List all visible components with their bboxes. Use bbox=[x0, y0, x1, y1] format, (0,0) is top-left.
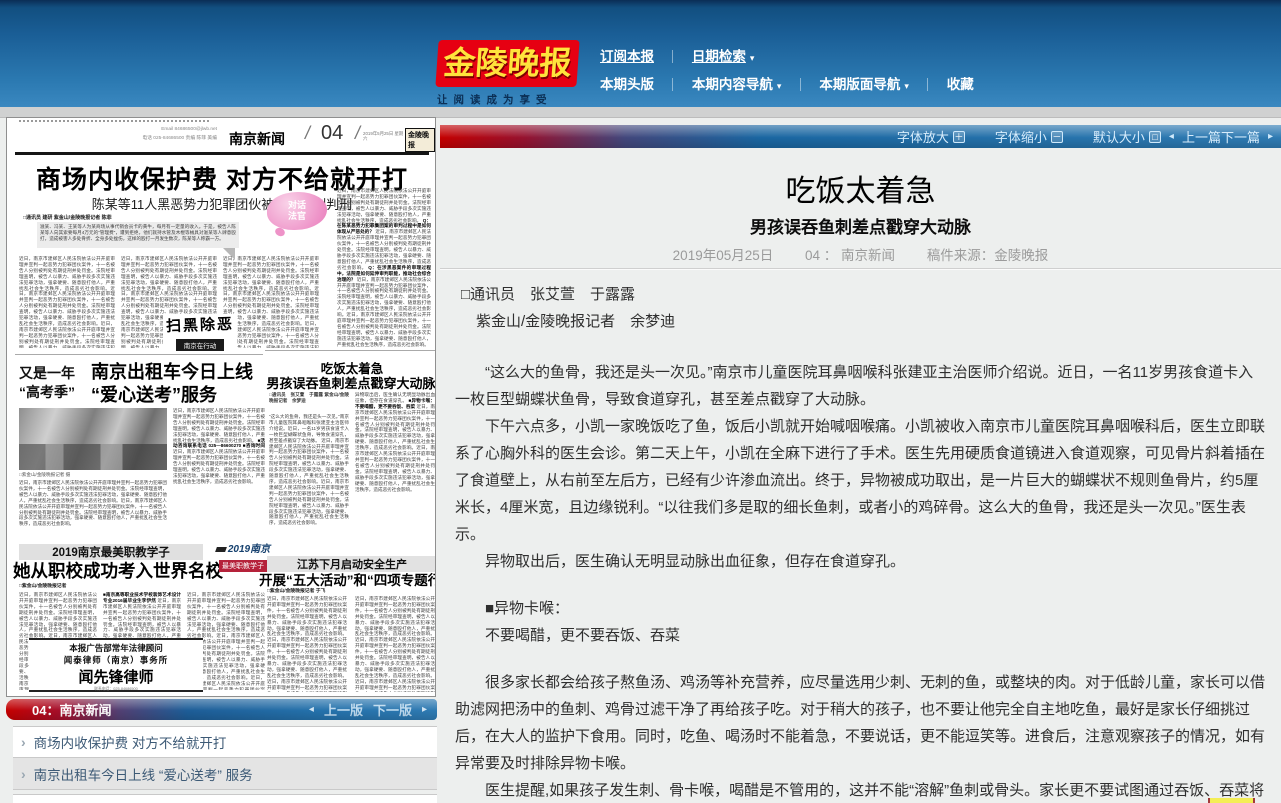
masthead-contact: Email 84686500@jlwb.net bbox=[65, 127, 217, 132]
prev-next-article-button[interactable]: 上一篇下一篇 bbox=[1182, 127, 1260, 146]
article-paragraph: 很多家长都会给孩子熬鱼汤、鸡汤等补充营养，应尽量选用少刺、无刺的鱼，或整块的肉。… bbox=[455, 669, 1267, 777]
prev-page-arrow-icon: ◂ bbox=[309, 704, 314, 715]
nav-separator bbox=[672, 50, 673, 63]
article-paragraph: 下午六点多，小凯一家晚饭吃了鱼，饭后小凯就开始喊咽喉痛。小凯被收入南京市儿童医院… bbox=[455, 413, 1267, 548]
mini-article5-headline[interactable]: 开展“五大活动”和“四项专题行” bbox=[259, 569, 436, 589]
article-paragraph: 异物取出后，医生确认无明显动脉出血征象，但存在食道穿孔。 bbox=[455, 548, 1267, 575]
mini-text-column: 近日，南京市建邺区人民法院依法公开开庭审理并宣判一起恶势力犯罪团伙案件，十一名被… bbox=[19, 480, 167, 538]
mini-article2-headline[interactable]: 南京出租车今日上线 “爱心送考”服务 bbox=[91, 361, 267, 407]
site-logo[interactable]: 金陵晚报 bbox=[435, 40, 579, 87]
mini-article4-byline: □通讯员 张艾萱 于露露 紫金山/金陵晚报记者 余梦迪 bbox=[269, 392, 349, 410]
nav-layout-index[interactable]: 本期版面导航▾ bbox=[819, 77, 909, 92]
mini-article1-lead-box: 滋某、冯某、王某等人为某商场从事代销会员卡的黄牛，每月有一定量的收入。于是，被告… bbox=[37, 222, 239, 248]
mini-text-column: 近日，南京市建邺区人民法院依法公开开庭审理并宣判一起恶势力犯罪团伙案件，十一名被… bbox=[173, 408, 265, 540]
masthead-section-name: 南京新闻 bbox=[229, 129, 285, 149]
dialog-judge-bubble: 对话 法官 bbox=[267, 192, 327, 230]
nav-row-1: 订阅本报 日期检索▾ bbox=[600, 45, 754, 66]
chevron-down-icon: ▾ bbox=[777, 81, 782, 91]
font-zoom-out-button[interactable]: 字体缩小 － bbox=[995, 127, 1063, 146]
nav-row-2: 本期头版 本期内容导航▾ 本期版面导航▾ 收藏 bbox=[600, 73, 974, 94]
article-byline: □通讯员 张艾萱 于露露 bbox=[455, 281, 1267, 308]
next-page-arrow-icon: ▸ bbox=[422, 704, 427, 715]
anti-crime-badge: 扫黑除恶 南京在行动 bbox=[163, 314, 237, 350]
page-crop-marks bbox=[19, 120, 209, 122]
article-toolbar: 字体放大 ＋ 字体缩小 － 默认大小 □ ◂ 上一篇下一篇 ▸ bbox=[440, 125, 1281, 148]
column-divider bbox=[15, 354, 263, 355]
photo-caption: □紫金山/金陵晚报记者 摄 bbox=[19, 472, 167, 478]
masthead-date: 2019年5月25日 星期六 bbox=[363, 131, 407, 142]
title-divider bbox=[440, 268, 1281, 270]
masthead-paper-logo: 金陵晚报 bbox=[405, 128, 435, 152]
column-divider bbox=[265, 350, 435, 351]
article-title: 吃饭太着急 bbox=[440, 166, 1281, 210]
mini-text-column: 近日，南京市建邺区人民法院依法公开开庭审理并宣判一起恶势力犯罪团伙案件，十一名被… bbox=[223, 256, 319, 348]
nav-front-page[interactable]: 本期头版 bbox=[600, 77, 654, 92]
article-date: 2019年05月25日 bbox=[673, 248, 774, 263]
article-list-item[interactable]: › 南京出租车今日上线 “爱心送考” 服务 bbox=[13, 758, 437, 790]
next-article-arrow-icon: ▸ bbox=[1268, 131, 1273, 142]
article-body: □通讯员 张艾萱 于露露 紫金山/金陵晚报记者 余梦迪 “这么大的鱼骨，我还是头… bbox=[455, 281, 1267, 803]
font-default-size-button[interactable]: 默认大小 □ bbox=[1093, 127, 1161, 146]
prev-page-button[interactable]: 上一版 bbox=[324, 700, 363, 719]
mini-article3-byline: □紫金山/金陵晚报记者 bbox=[19, 582, 66, 589]
site-tagline: 让阅读成为享受 bbox=[437, 92, 607, 107]
newspaper-page-thumbnail[interactable]: Email 84686500@jlwb.net 电话 025-84686500 … bbox=[6, 117, 436, 697]
font-zoom-in-button[interactable]: 字体放大 ＋ bbox=[897, 127, 965, 146]
nav-separator bbox=[800, 78, 801, 91]
mini-text-column: 近日，南京市建邺区人民法院依法公开开庭审理并宣判一起恶势力犯罪团伙案件，十一名被… bbox=[267, 596, 347, 692]
mini-text-column: “这么大的鱼骨，我还是头一次见。”南京市儿童医院耳鼻咽喉科张建亚主治医师介绍说。… bbox=[269, 414, 349, 550]
bottom-widget-fragment[interactable] bbox=[1208, 798, 1255, 803]
epaper-app: 金陵晚报 让阅读成为享受 订阅本报 日期检索▾ 本期头版 本期内容导航▾ 本期版… bbox=[0, 0, 1281, 803]
site-header: 金陵晚报 让阅读成为享受 订阅本报 日期检索▾ 本期头版 本期内容导航▾ 本期版… bbox=[0, 0, 1281, 107]
mini-text-column: 近日，南京市建邺区人民法院依法公开开庭审理并宣判一起恶势力犯罪团伙案件，十一名被… bbox=[19, 256, 115, 348]
law-firm-ad: 本报广告部常年法律顾问 闻泰律师（南京）事务所 闻先锋律师 联系电话：025-8… bbox=[29, 638, 203, 692]
article-meta: 2019年05月25日 04 ： 南京新闻 稿件来源：金陵晚报 bbox=[440, 244, 1281, 264]
nav-separator bbox=[672, 78, 673, 91]
mini-article2-kicker: 又是一年 “高考季” bbox=[19, 364, 89, 402]
mini-article3-headline[interactable]: 她从职校成功考入世界名校 bbox=[13, 558, 215, 583]
article-page-ref: 04 ： 南京新闻 bbox=[805, 248, 895, 263]
article-byline: 紫金山/金陵晚报记者 余梦迪 bbox=[455, 308, 1267, 335]
masthead-rule bbox=[15, 152, 429, 155]
taxi-photo bbox=[19, 408, 167, 470]
nav-content-index[interactable]: 本期内容导航▾ bbox=[692, 77, 782, 92]
article-section-head: ■异物卡喉： bbox=[455, 595, 1267, 622]
page-pager-bar: 04：南京新闻 ◂ 上一版 下一版 ▸ bbox=[6, 699, 437, 720]
nav-date-search[interactable]: 日期检索▾ bbox=[692, 49, 755, 64]
zoom-out-icon: － bbox=[1051, 131, 1063, 143]
mini-text-column-qa: 近日，南京市建邺区人民法院依法公开开庭审理并宣判一起恶势力犯罪团伙案件，十一名被… bbox=[337, 188, 431, 350]
mini-article1-byline: □通讯员 建研 紫金山/金陵晚报记者 陈菲 bbox=[23, 214, 112, 221]
mini-article5-byline: □紫金山/金陵晚报记者 于飞 bbox=[267, 587, 325, 594]
article-subtitle: 男孩误吞鱼刺差点戳穿大动脉 bbox=[440, 213, 1281, 238]
nav-separator bbox=[927, 78, 928, 91]
chevron-right-icon: › bbox=[21, 766, 26, 782]
nav-subscribe[interactable]: 订阅本报 bbox=[600, 49, 654, 64]
chevron-down-icon: ▾ bbox=[904, 81, 909, 91]
nav-favorite[interactable]: 收藏 bbox=[947, 77, 974, 92]
article-paragraph: 医生提醒,如果孩子发生刺、骨卡喉，喝醋是不管用的，这并不能“溶解”鱼刺或骨头。家… bbox=[455, 777, 1267, 803]
mini-text-column: 近日，南京市建邺区人民法院依法公开开庭审理并宣判一起恶势力犯罪团伙案件，十一名被… bbox=[355, 596, 435, 692]
current-page-label: 04：南京新闻 bbox=[32, 700, 111, 719]
next-page-button[interactable]: 下一版 bbox=[373, 700, 412, 719]
zoom-in-icon: ＋ bbox=[953, 131, 965, 143]
graduation-cap-icon: 2019南京 bbox=[213, 540, 273, 555]
article-section-sub: 不要喝醋，更不要吞饭、吞菜 bbox=[455, 622, 1267, 649]
article-source: 稿件来源：金陵晚报 bbox=[927, 248, 1049, 263]
masthead-page-number: 04 bbox=[321, 122, 343, 145]
default-size-icon: □ bbox=[1149, 131, 1161, 143]
masthead-slash: / bbox=[355, 123, 360, 144]
mini-article4-subtitle[interactable]: 男孩误吞鱼刺差点戳穿大动脉 bbox=[263, 373, 436, 392]
article-list-item-partial[interactable] bbox=[13, 794, 437, 803]
masthead-contact: 电话 025-84686500 责编 陈菲 美编 bbox=[65, 134, 217, 141]
article-list-item[interactable]: › 商场内收保护费 对方不给就开打 bbox=[13, 726, 437, 758]
chevron-right-icon: › bbox=[21, 734, 26, 750]
prev-article-arrow-icon: ◂ bbox=[1169, 131, 1174, 142]
masthead-slash: / bbox=[305, 123, 310, 144]
article-paragraph: “这么大的鱼骨，我还是头一次见。”南京市儿童医院耳鼻咽喉科张建亚主治医师介绍说。… bbox=[455, 359, 1267, 413]
mini-text-column: 异物取出后，医生确认无明显动脉出血征象，但存在食道穿孔。 ■异物卡喉： 不要喝醋… bbox=[355, 392, 435, 550]
chevron-down-icon: ▾ bbox=[750, 53, 755, 63]
